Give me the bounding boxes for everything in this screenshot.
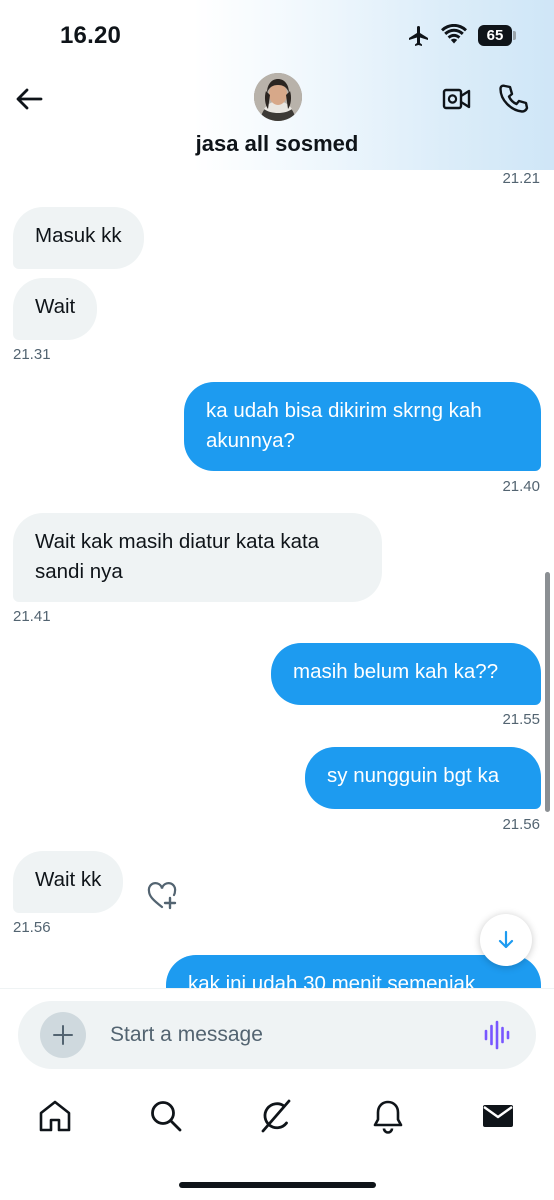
contact-name[interactable]: jasa all sosmed: [0, 131, 554, 157]
message-outgoing[interactable]: ka udah bisa dikirim skrng kah akunnya?: [184, 382, 541, 471]
message-composer: [18, 1001, 536, 1069]
message-input[interactable]: [110, 1016, 460, 1054]
video-camera-icon[interactable]: [441, 84, 473, 114]
message-outgoing[interactable]: kak ini udah 30 menit semenjak: [166, 955, 541, 988]
message-incoming[interactable]: Wait kak masih diatur kata kata sandi ny…: [13, 513, 382, 602]
composer-divider: [0, 988, 554, 989]
message-incoming[interactable]: Wait kk: [13, 851, 124, 913]
status-bar: 16.20 65: [0, 0, 554, 70]
message-text: Wait kak masih diatur kata kata sandi ny…: [35, 530, 320, 583]
avatar-image: [254, 73, 302, 121]
timestamp: 21.56: [502, 816, 540, 833]
message-incoming[interactable]: Masuk kk: [13, 207, 144, 269]
message-outgoing[interactable]: sy nungguin bgt ka: [305, 747, 541, 809]
search-icon[interactable]: [148, 1098, 184, 1134]
wifi-icon: [441, 24, 467, 44]
bell-icon[interactable]: [370, 1098, 406, 1134]
scrollbar[interactable]: [545, 572, 550, 812]
voice-wave-icon[interactable]: [482, 1019, 512, 1051]
arrow-left-icon[interactable]: [14, 84, 44, 114]
home-indicator: [179, 1182, 376, 1188]
message-text: kak ini udah 30 menit semenjak: [188, 972, 476, 988]
battery-level: 65: [486, 27, 504, 44]
timestamp: 21.55: [502, 711, 540, 728]
message-text: ka udah bisa dikirim skrng kah akunnya?: [206, 399, 482, 452]
message-text: Masuk kk: [35, 224, 122, 247]
timestamp: 21.41: [13, 608, 51, 625]
message-text: Wait kk: [35, 868, 102, 891]
message-clip: kak ini udah 30 menit semenjak: [0, 940, 554, 988]
message-text: sy nungguin bgt ka: [327, 764, 500, 787]
timestamp: 21.31: [13, 346, 51, 363]
message-outgoing[interactable]: masih belum kah ka??: [271, 643, 541, 705]
status-time: 16.20: [60, 22, 122, 49]
add-media-button[interactable]: [40, 1012, 86, 1058]
home-icon[interactable]: [37, 1098, 73, 1134]
timestamp: 21.40: [502, 478, 540, 495]
arrow-down-icon: [498, 930, 514, 949]
message-text: masih belum kah ka??: [293, 660, 499, 683]
message-incoming[interactable]: Wait: [13, 278, 98, 340]
message-text: Wait: [35, 295, 76, 318]
heart-plus-icon[interactable]: [146, 881, 178, 911]
phone-icon[interactable]: [497, 82, 529, 114]
avatar[interactable]: [254, 73, 302, 121]
airplane-icon: [409, 26, 428, 46]
grok-icon[interactable]: [258, 1098, 294, 1134]
scroll-to-bottom-button[interactable]: [480, 914, 532, 966]
plus-icon: [53, 1025, 73, 1045]
battery-tip: [513, 31, 516, 40]
timestamp: 21.21: [502, 170, 540, 187]
timestamp: 21.56: [13, 919, 51, 936]
battery-indicator: 65: [478, 25, 512, 46]
mail-icon[interactable]: [480, 1098, 516, 1134]
